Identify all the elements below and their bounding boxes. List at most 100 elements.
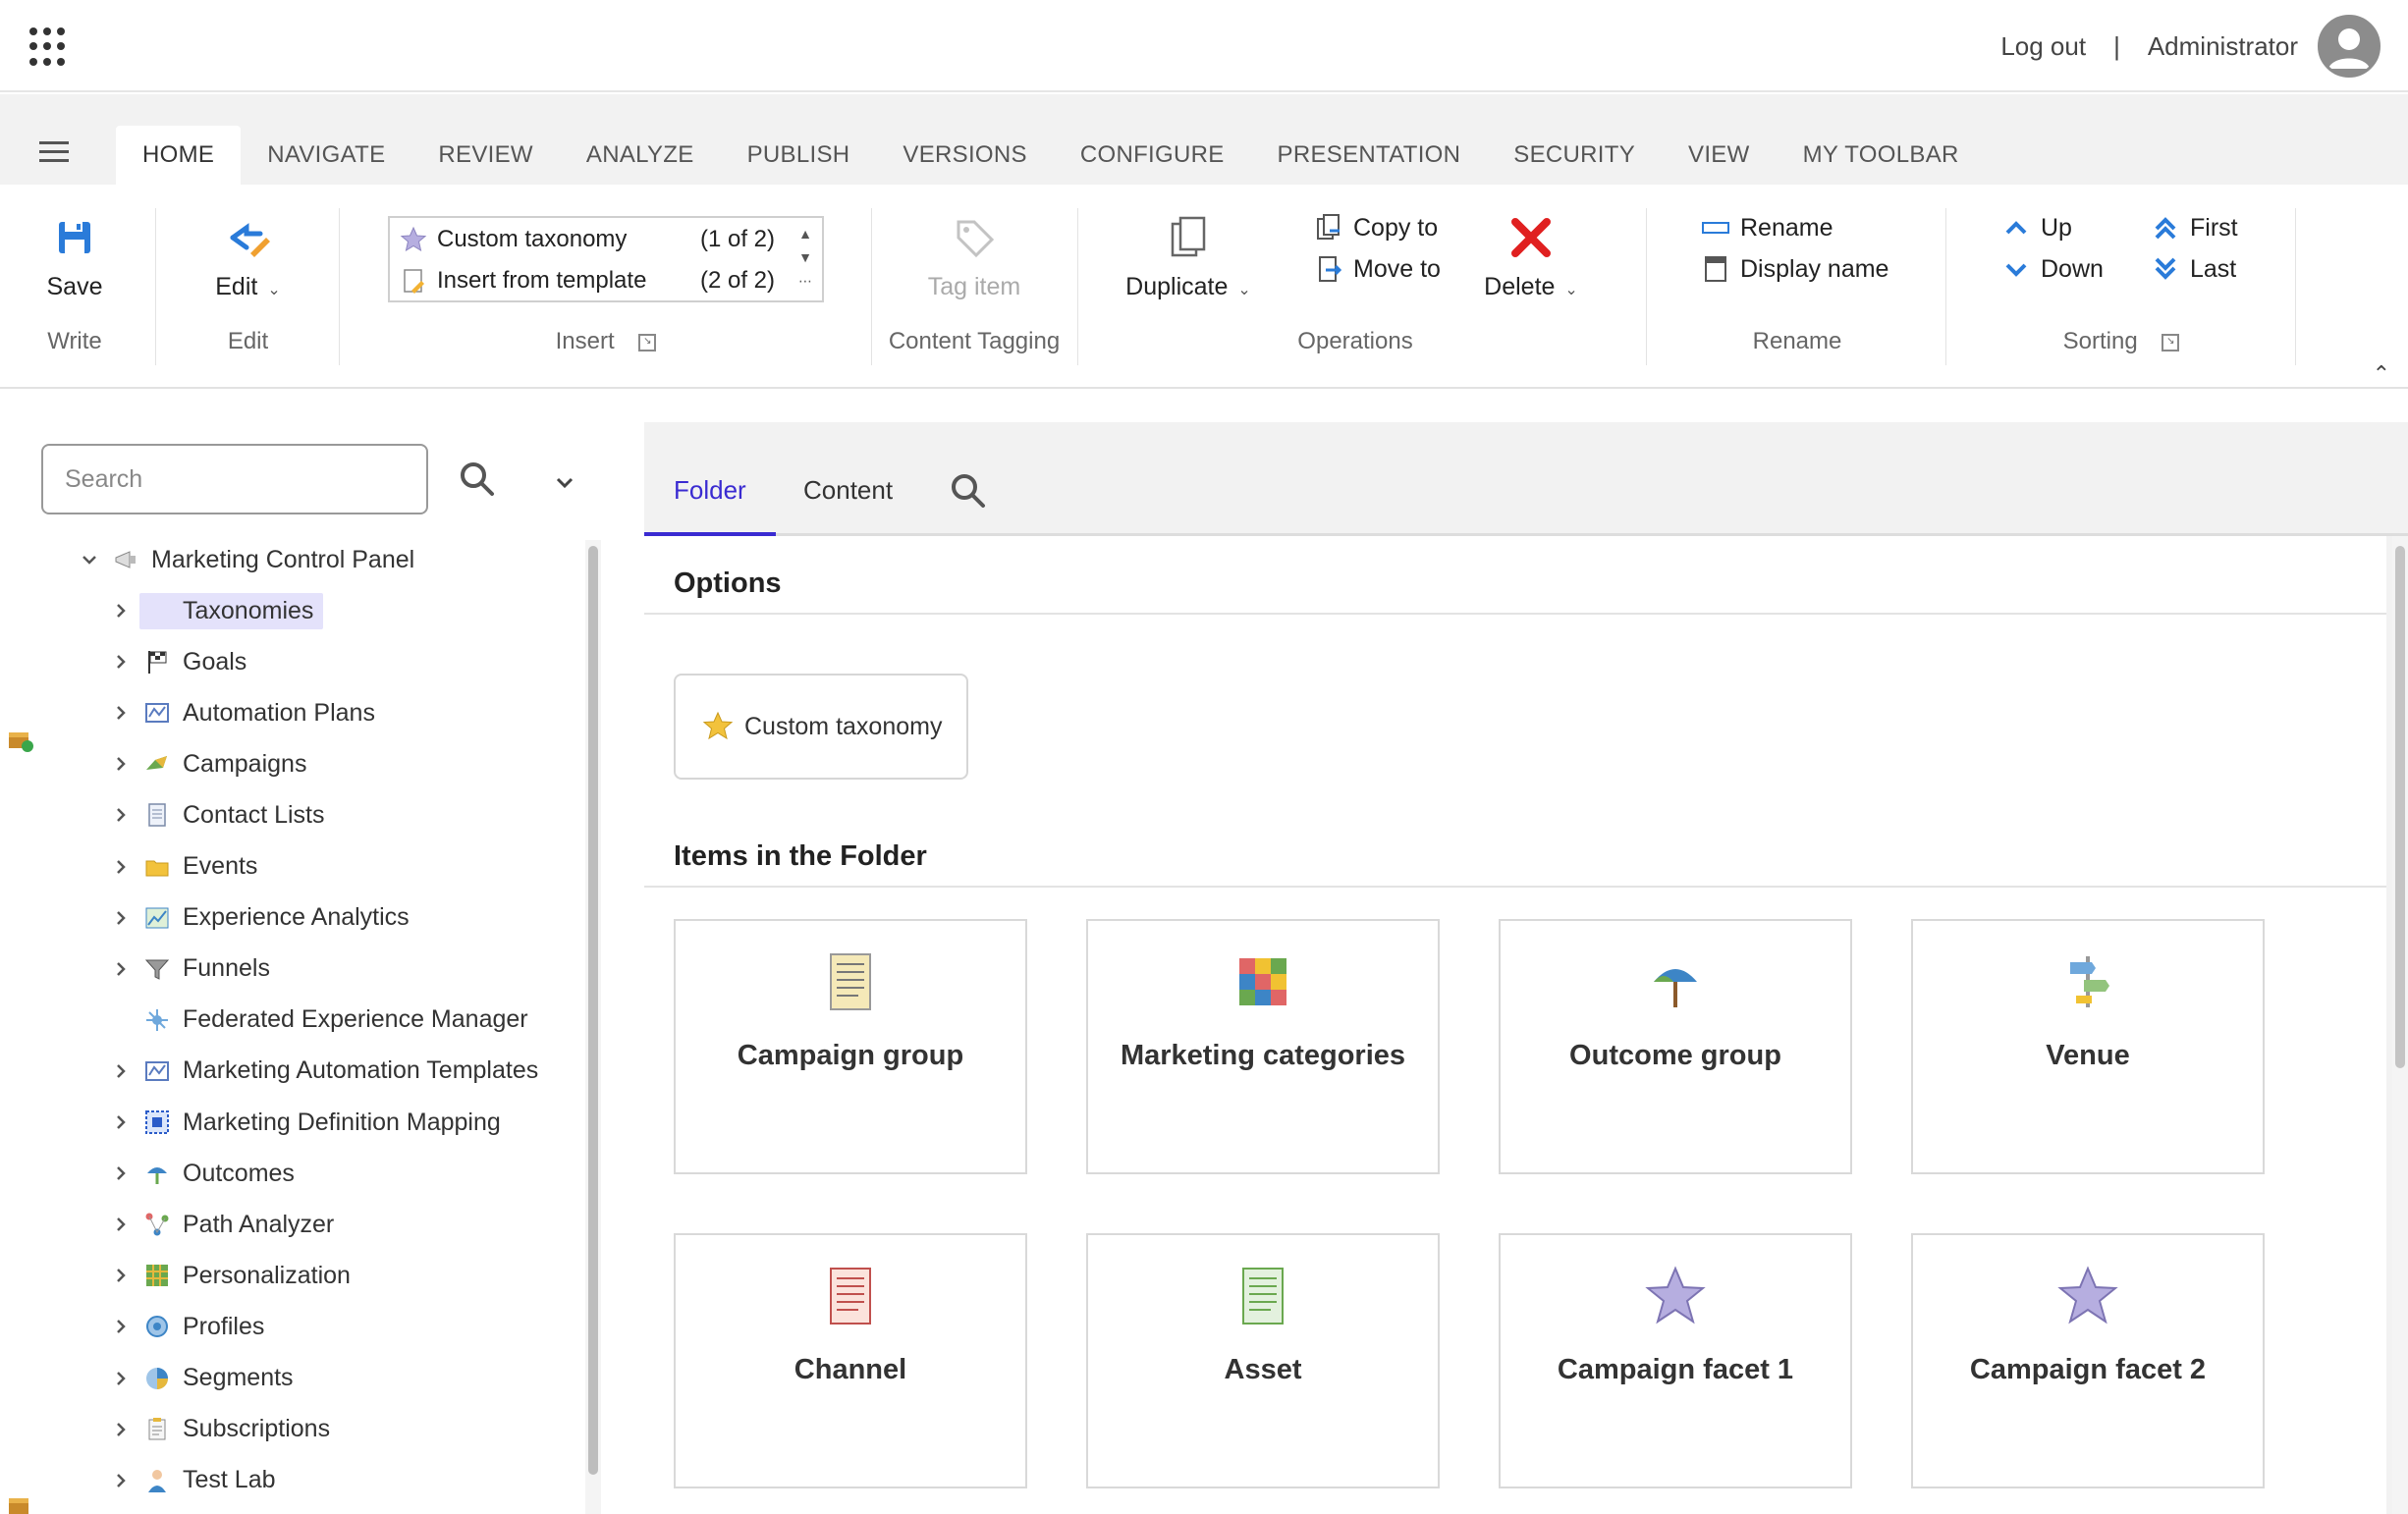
folder-item-campaign-facet-2[interactable]: Campaign facet 2 bbox=[1911, 1233, 2265, 1488]
folder-item-campaign-facet-1[interactable]: Campaign facet 1 bbox=[1499, 1233, 1852, 1488]
chevron-right-icon[interactable] bbox=[106, 1466, 136, 1495]
search-icon[interactable] bbox=[458, 460, 497, 499]
move-to-icon bbox=[1314, 254, 1343, 284]
app-launcher-icon[interactable] bbox=[29, 27, 69, 67]
tree-item-events[interactable]: Events bbox=[106, 847, 257, 887]
search-icon[interactable] bbox=[949, 471, 988, 511]
chevron-right-icon[interactable] bbox=[106, 1108, 136, 1137]
tree-item-personalization[interactable]: Personalization bbox=[106, 1256, 351, 1295]
folder-item-marketing-categories[interactable]: Marketing categories bbox=[1086, 919, 1440, 1174]
chevron-right-icon[interactable] bbox=[106, 749, 136, 779]
tab-versions[interactable]: VERSIONS bbox=[876, 126, 1053, 185]
tree-item-automation-plans[interactable]: Automation Plans bbox=[106, 693, 375, 732]
tree-item-label: Subscriptions bbox=[183, 1415, 331, 1443]
chevron-right-icon[interactable] bbox=[106, 1415, 136, 1444]
tree-item-subscriptions[interactable]: Subscriptions bbox=[106, 1410, 330, 1449]
sort-down-button[interactable]: Down bbox=[2001, 251, 2104, 287]
chevron-right-icon[interactable] bbox=[106, 596, 136, 625]
tree-item-funnels[interactable]: Funnels bbox=[106, 949, 270, 989]
logout-link[interactable]: Log out bbox=[2000, 31, 2086, 62]
sort-last-button[interactable]: Last bbox=[2151, 251, 2236, 287]
sort-first-button[interactable]: First bbox=[2151, 210, 2238, 245]
tree-item-label: Federated Experience Manager bbox=[183, 1005, 528, 1034]
content-scrollbar[interactable] bbox=[2392, 536, 2408, 1514]
tree-item-experience-analytics[interactable]: Experience Analytics bbox=[106, 898, 410, 938]
options-title: Options bbox=[674, 568, 782, 599]
tab-configure[interactable]: CONFIGURE bbox=[1054, 126, 1251, 185]
chevron-right-icon[interactable] bbox=[106, 1056, 136, 1086]
tree-item-label: Marketing Automation Templates bbox=[183, 1056, 539, 1085]
user-name[interactable]: Administrator bbox=[2148, 31, 2298, 62]
chevron-right-icon[interactable] bbox=[106, 698, 136, 728]
divider bbox=[1646, 208, 1647, 365]
tab-home[interactable]: HOME bbox=[116, 126, 242, 185]
chevron-right-icon[interactable] bbox=[106, 1159, 136, 1188]
tab-navigate[interactable]: NAVIGATE bbox=[241, 126, 411, 185]
tree-item-segments[interactable]: Segments bbox=[106, 1359, 294, 1398]
folder-item-channel[interactable]: Channel bbox=[674, 1233, 1027, 1488]
tree-item-goals[interactable]: Goals bbox=[106, 642, 246, 681]
tree-root-item[interactable]: Marketing Control Panel bbox=[75, 540, 414, 579]
chevron-right-icon[interactable] bbox=[106, 1261, 136, 1290]
tab-content[interactable]: Content bbox=[774, 469, 922, 536]
chevron-right-icon[interactable] bbox=[106, 647, 136, 676]
dialog-launcher-icon[interactable]: ↘ bbox=[2162, 333, 2180, 351]
search-input[interactable] bbox=[41, 444, 428, 514]
collapse-ribbon-icon[interactable]: ⌃ bbox=[2373, 361, 2390, 387]
display-name-button[interactable]: Display name bbox=[1701, 251, 1888, 287]
tree-item-campaigns[interactable]: Campaigns bbox=[106, 744, 306, 784]
folder-item-venue[interactable]: Venue bbox=[1911, 919, 2265, 1174]
sort-up-button[interactable]: Up bbox=[2001, 210, 2072, 245]
chevron-right-icon[interactable] bbox=[106, 800, 136, 830]
chevron-right-icon[interactable] bbox=[106, 954, 136, 984]
chevron-right-icon[interactable] bbox=[106, 852, 136, 882]
duplicate-button[interactable]: Duplicate ⌄ bbox=[1110, 214, 1267, 301]
tab-publish[interactable]: PUBLISH bbox=[721, 126, 877, 185]
experience-analytics-icon bbox=[145, 907, 169, 929]
tab-analyze[interactable]: ANALYZE bbox=[560, 126, 721, 185]
hamburger-menu-icon[interactable] bbox=[39, 141, 69, 163]
copy-to-button[interactable]: Copy to bbox=[1314, 210, 1438, 245]
tree-item-path-analyzer[interactable]: Path Analyzer bbox=[106, 1205, 334, 1244]
tree-item-marketing-definition-mapping[interactable]: Marketing Definition Mapping bbox=[106, 1103, 501, 1142]
divider bbox=[644, 613, 2386, 615]
chevron-right-icon[interactable] bbox=[106, 903, 136, 933]
chevron-right-icon[interactable] bbox=[106, 1312, 136, 1341]
dialog-launcher-icon[interactable]: ↘ bbox=[638, 333, 657, 351]
search-options-chevron-icon[interactable] bbox=[550, 467, 579, 497]
delete-button[interactable]: Delete ⌄ bbox=[1473, 214, 1589, 301]
automation-plans-icon bbox=[145, 703, 169, 724]
folder-item-outcome-group[interactable]: Outcome group bbox=[1499, 919, 1852, 1174]
rename-icon bbox=[1701, 213, 1730, 243]
folder-item-label: Marketing categories bbox=[1120, 1040, 1406, 1071]
folder-item-asset[interactable]: Asset bbox=[1086, 1233, 1440, 1488]
tree-item-outcomes[interactable]: Outcomes bbox=[106, 1154, 295, 1193]
folder-item-campaign-group[interactable]: Campaign group bbox=[674, 919, 1027, 1174]
edit-button[interactable]: Edit ⌄ bbox=[187, 214, 309, 301]
chevron-right-icon[interactable] bbox=[106, 1210, 136, 1239]
chevron-right-icon[interactable] bbox=[106, 1364, 136, 1393]
chevron-down-icon[interactable] bbox=[75, 545, 104, 574]
tab-review[interactable]: REVIEW bbox=[411, 126, 559, 185]
tree-item-marketing-automation-templates[interactable]: Marketing Automation Templates bbox=[106, 1052, 538, 1091]
edit-icon bbox=[225, 214, 272, 261]
tab-my-toolbar[interactable]: MY TOOLBAR bbox=[1777, 126, 1986, 185]
tree-item-federated-experience-manager[interactable]: Federated Experience Manager bbox=[106, 1000, 528, 1040]
tab-folder[interactable]: Folder bbox=[644, 469, 776, 536]
tree-item-contact-lists[interactable]: Contact Lists bbox=[106, 795, 325, 835]
tag-item-button[interactable]: Tag item bbox=[880, 214, 1068, 301]
move-to-button[interactable]: Move to bbox=[1314, 251, 1441, 287]
tab-security[interactable]: SECURITY bbox=[1487, 126, 1662, 185]
custom-taxonomy-option-button[interactable]: Custom taxonomy bbox=[674, 674, 968, 780]
save-button[interactable]: Save bbox=[20, 214, 130, 301]
tab-presentation[interactable]: PRESENTATION bbox=[1251, 126, 1488, 185]
tree-item-profiles[interactable]: Profiles bbox=[106, 1307, 264, 1346]
tab-view[interactable]: VIEW bbox=[1662, 126, 1777, 185]
avatar-icon[interactable] bbox=[2318, 15, 2381, 78]
tree-item-taxonomies[interactable]: Taxonomies bbox=[106, 591, 324, 630]
tree-scrollbar[interactable] bbox=[585, 540, 601, 1514]
rename-button[interactable]: Rename bbox=[1701, 210, 1833, 245]
folder-item-label: Outcome group bbox=[1569, 1040, 1781, 1071]
tree-item-test-lab[interactable]: Test Lab bbox=[106, 1461, 276, 1500]
venue-icon bbox=[2070, 956, 2109, 1007]
